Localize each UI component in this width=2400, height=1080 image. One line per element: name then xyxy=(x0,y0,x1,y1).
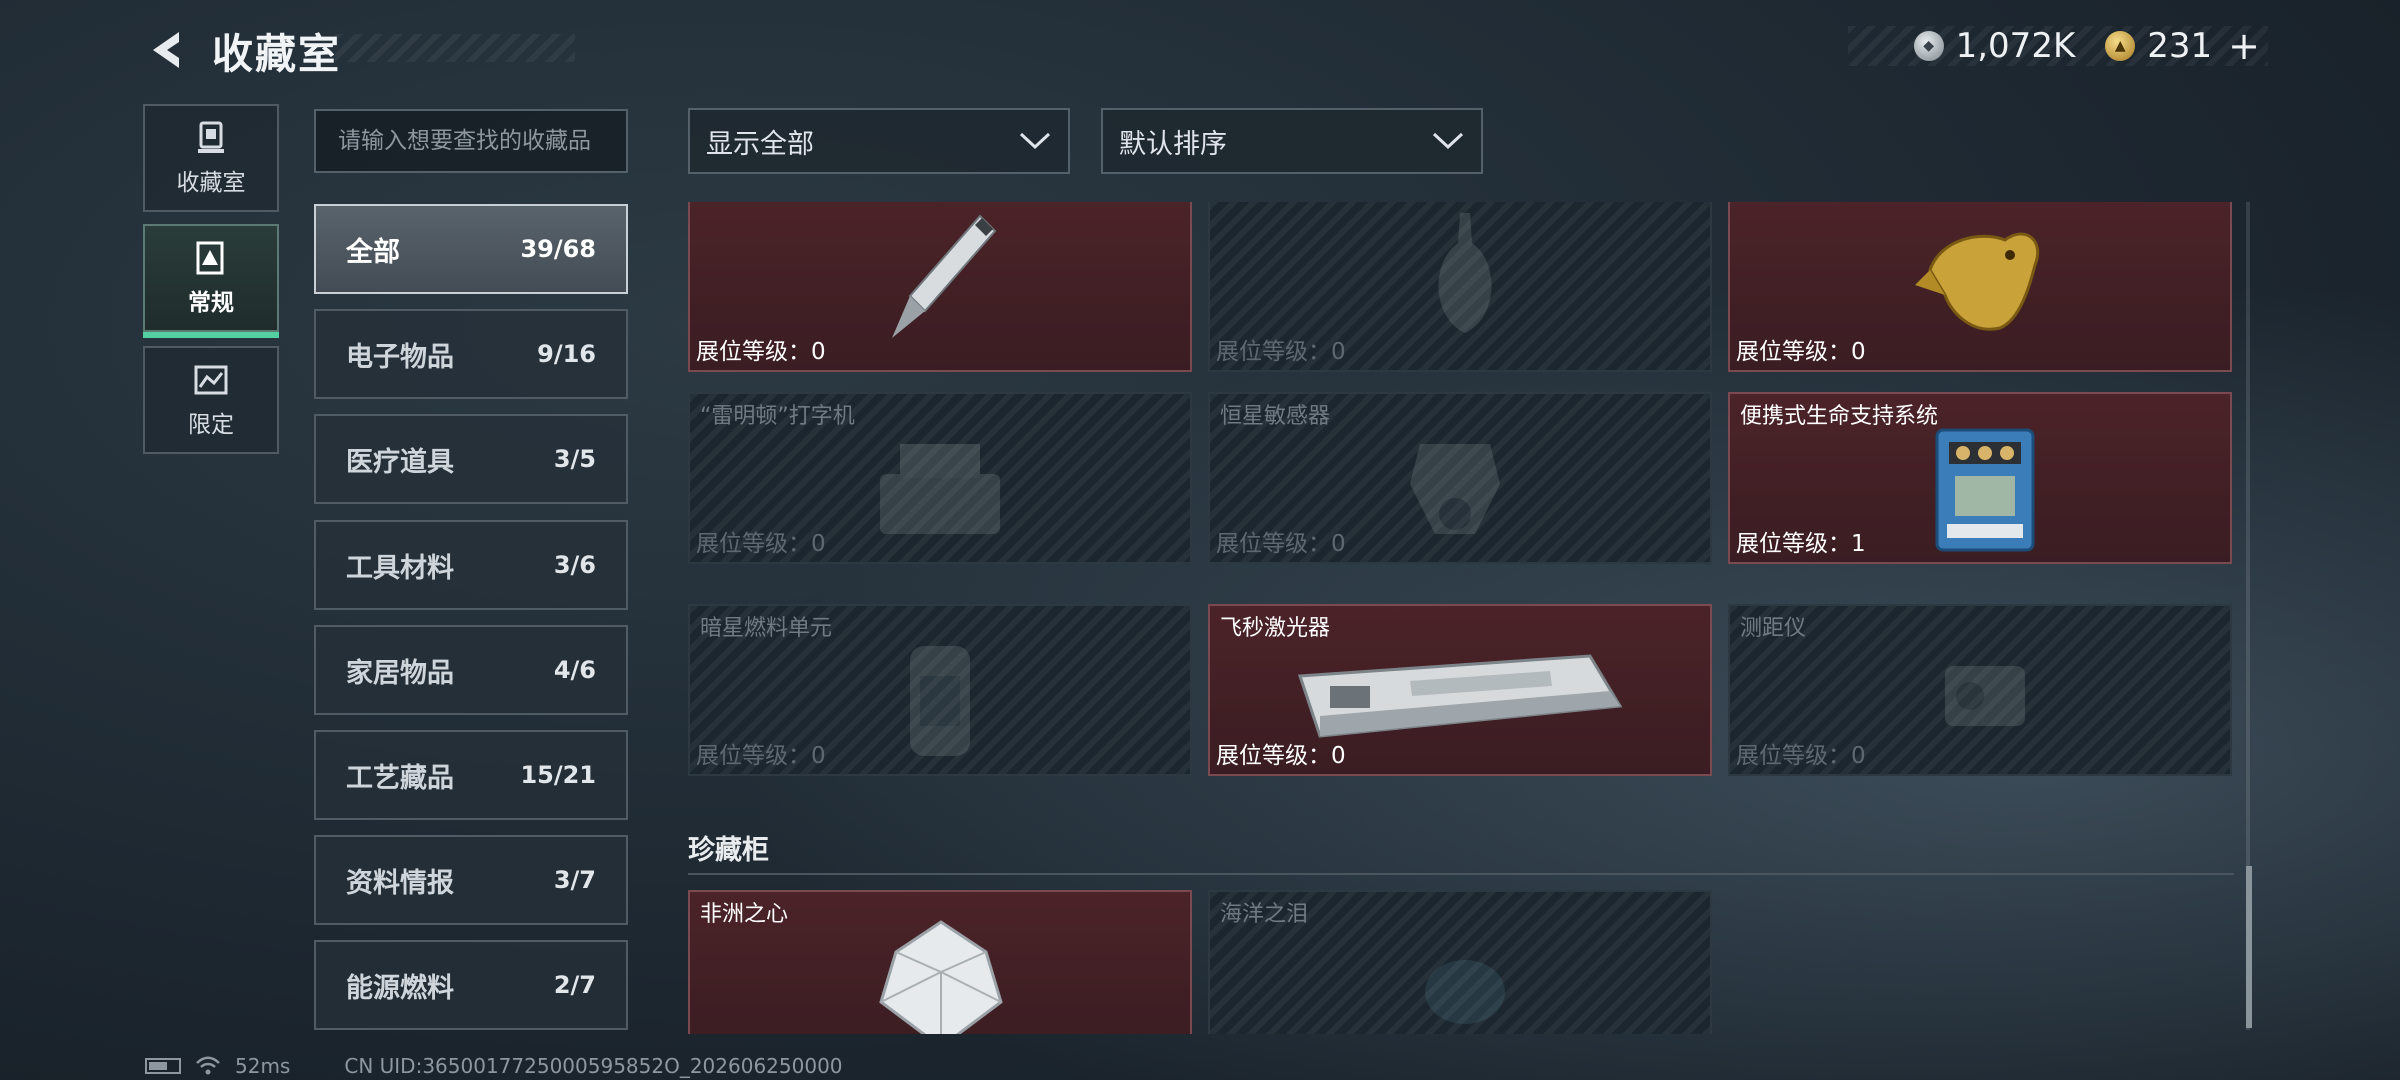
gold-amount: 231 xyxy=(2147,26,2213,66)
rangefinder-icon xyxy=(1945,666,2025,726)
category-name: 家居物品 xyxy=(346,657,454,689)
collection-card[interactable]: 飞秒激光器 展位等级：0 xyxy=(1208,604,1712,776)
trophy-icon xyxy=(198,121,224,153)
gold-coin-icon: ▲ xyxy=(2105,31,2136,61)
collection-card[interactable]: 展位等级：0 xyxy=(1208,202,1712,372)
ping-value: 52ms xyxy=(235,1054,291,1078)
exhibit-level: 展位等级：0 xyxy=(1216,339,1346,365)
gem-icon xyxy=(1425,960,1505,1024)
display-filter-dropdown[interactable]: 显示全部 xyxy=(688,108,1070,174)
nav-label: 常规 xyxy=(188,290,234,316)
nav-limited[interactable]: 限定 xyxy=(143,346,279,454)
uid-text: CN UID:3650017725000595852O_202606250000 xyxy=(344,1054,843,1078)
item-name: 暗星燃料单元 xyxy=(700,616,833,641)
currency-bar: ◆ 1,072K ▲ 231 + xyxy=(1848,24,2268,68)
typewriter-icon xyxy=(880,444,1000,534)
exhibit-level: 展位等级：0 xyxy=(1736,743,1866,769)
sort-dropdown[interactable]: 默认排序 xyxy=(1101,108,1483,174)
category-count: 3/6 xyxy=(553,551,596,579)
active-indicator xyxy=(143,332,279,338)
category-name: 资料情报 xyxy=(346,867,454,899)
collection-card[interactable]: 展位等级：0 xyxy=(688,202,1192,372)
collection-card[interactable]: 恒星敏感器 展位等级：0 xyxy=(1208,392,1712,564)
section-title: 珍藏柜 xyxy=(688,835,769,866)
category-count: 15/21 xyxy=(520,761,596,789)
collection-card[interactable]: 测距仪 展位等级：0 xyxy=(1728,604,2232,776)
category-count: 3/7 xyxy=(553,866,596,894)
silver-amount: 1,072K xyxy=(1955,26,2076,66)
category-name: 工具材料 xyxy=(346,552,454,584)
item-name: 恒星敏感器 xyxy=(1220,404,1331,429)
exhibit-level: 展位等级：0 xyxy=(1736,339,1866,365)
category-count: 3/5 xyxy=(553,445,596,473)
scrollbar-thumb[interactable] xyxy=(2246,866,2252,1028)
status-bar: 52ms CN UID:3650017725000595852O_2026062… xyxy=(145,1054,843,1078)
chevron-down-icon xyxy=(1019,132,1051,150)
golden-crocodile-icon xyxy=(1915,232,2040,331)
pen-icon xyxy=(892,214,997,338)
category-name: 医疗道具 xyxy=(346,446,454,478)
exhibit-level: 展位等级：0 xyxy=(1216,743,1346,769)
collection-card[interactable]: “雷明顿”打字机 展位等级：0 xyxy=(688,392,1192,564)
category-fuel[interactable]: 能源燃料 2/7 xyxy=(314,940,628,1030)
section-divider xyxy=(688,873,2234,875)
page-title: 收藏室 xyxy=(212,30,341,78)
category-count: 4/6 xyxy=(553,656,596,684)
collection-card[interactable]: 展位等级：0 xyxy=(1728,202,2232,372)
dropdown-value: 显示全部 xyxy=(706,128,814,160)
category-name: 电子物品 xyxy=(346,341,454,373)
collection-card[interactable]: 便携式生命支持系统 展位等级：1 xyxy=(1728,392,2232,564)
category-count: 39/68 xyxy=(520,235,596,263)
item-name: 海洋之泪 xyxy=(1220,902,1309,927)
category-all[interactable]: 全部 39/68 xyxy=(314,204,628,294)
nav-label: 收藏室 xyxy=(176,170,246,196)
exhibit-level: 展位等级：0 xyxy=(1216,531,1346,557)
exhibit-level: 展位等级：0 xyxy=(696,531,826,557)
category-name: 工艺藏品 xyxy=(346,762,454,794)
silver-coin-icon: ◆ xyxy=(1913,31,1944,61)
item-name: 非洲之心 xyxy=(700,902,789,927)
category-count: 9/16 xyxy=(537,340,596,368)
wifi-icon xyxy=(196,1056,220,1075)
chevron-down-icon xyxy=(1432,132,1464,150)
item-name: 便携式生命支持系统 xyxy=(1740,404,1939,429)
category-count: 2/7 xyxy=(553,971,596,999)
diamond-icon xyxy=(879,920,1003,1034)
dropdown-value: 默认排序 xyxy=(1119,128,1227,160)
category-medical[interactable]: 医疗道具 3/5 xyxy=(314,414,628,504)
exhibit-level: 展位等级：1 xyxy=(1736,531,1866,557)
collection-grid[interactable]: 展位等级：0 展位等级：0 展位等级：0 “雷明顿”打字机 展位等级：0 恒星敏… xyxy=(686,202,2234,1034)
map-icon xyxy=(194,365,228,395)
item-name: “雷明顿”打字机 xyxy=(700,404,855,429)
category-electronics[interactable]: 电子物品 9/16 xyxy=(314,309,628,399)
category-household[interactable]: 家居物品 4/6 xyxy=(314,625,628,715)
back-arrow-icon[interactable] xyxy=(145,28,185,72)
showcase-card[interactable]: 非洲之心 xyxy=(688,890,1192,1034)
exhibit-level: 展位等级：0 xyxy=(696,743,826,769)
category-name: 能源燃料 xyxy=(346,972,454,1004)
search-input[interactable] xyxy=(314,109,628,173)
item-name: 飞秒激光器 xyxy=(1220,616,1331,641)
category-name: 全部 xyxy=(346,236,400,268)
life-support-icon xyxy=(1935,428,2035,552)
sensor-icon xyxy=(1410,444,1500,534)
add-currency-button[interactable]: + xyxy=(2228,24,2260,68)
exhibit-level: 展位等级：0 xyxy=(696,339,826,365)
vase-icon xyxy=(1438,213,1492,333)
collection-card[interactable]: 暗星燃料单元 展位等级：0 xyxy=(688,604,1192,776)
nav-regular[interactable]: 常规 xyxy=(143,224,279,338)
category-crafts[interactable]: 工艺藏品 15/21 xyxy=(314,730,628,820)
category-intel[interactable]: 资料情报 3/7 xyxy=(314,835,628,925)
category-tools[interactable]: 工具材料 3/6 xyxy=(314,520,628,610)
fuel-cell-icon xyxy=(910,646,970,756)
title-decoration xyxy=(335,34,575,62)
item-name: 测距仪 xyxy=(1740,616,1807,641)
battery-icon xyxy=(145,1058,181,1074)
warning-icon xyxy=(196,241,224,275)
nav-label: 限定 xyxy=(188,412,234,438)
nav-collection-room[interactable]: 收藏室 xyxy=(143,104,279,212)
laser-icon xyxy=(1297,654,1623,738)
showcase-card[interactable]: 海洋之泪 xyxy=(1208,890,1712,1034)
